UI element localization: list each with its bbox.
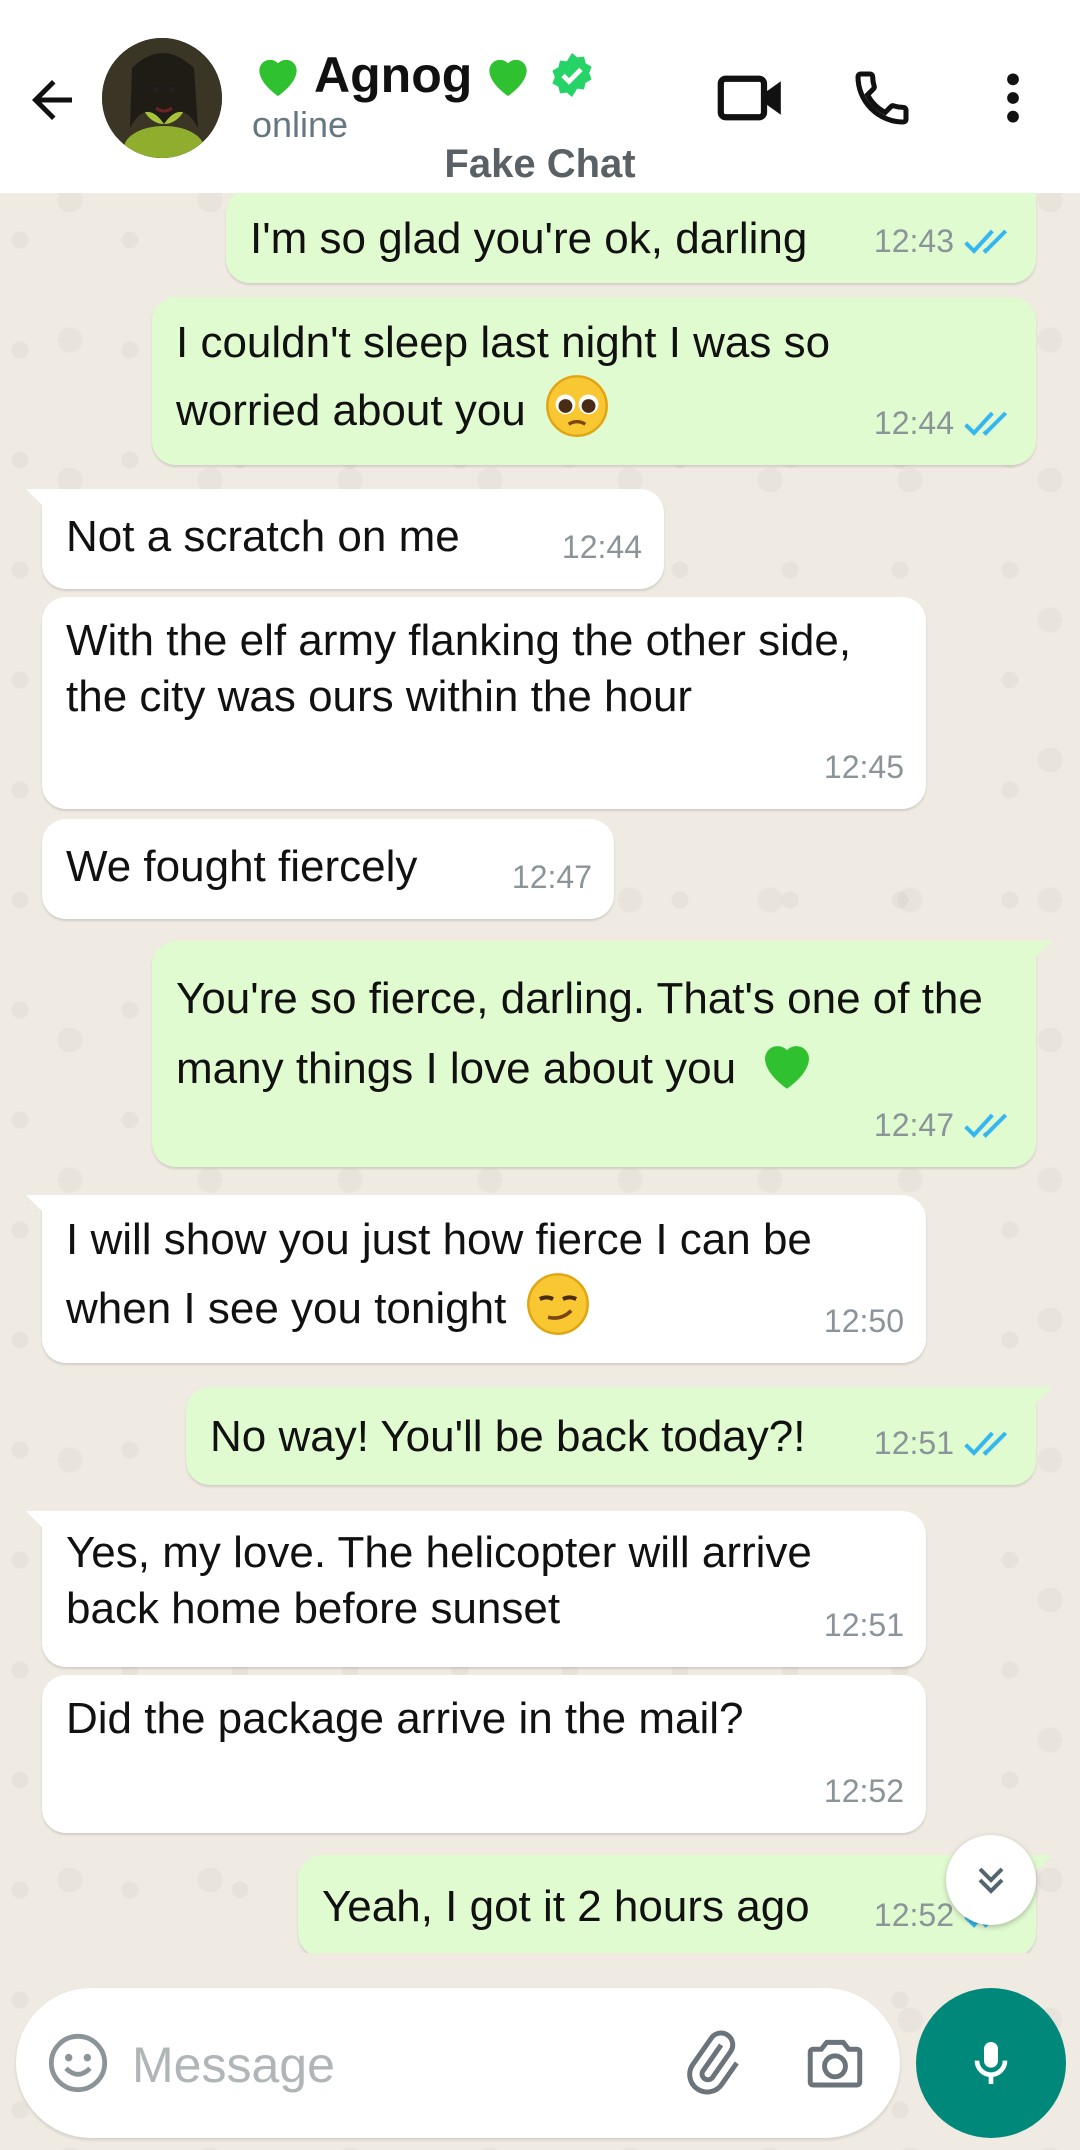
message-time: 12:44 [873, 405, 954, 441]
message-text: I couldn't sleep last night I was so wor… [176, 318, 831, 435]
message-bubble-incoming[interactable]: With the elf army flanking the other sid… [42, 597, 926, 809]
back-arrow-icon[interactable] [22, 70, 82, 130]
message-time: 12:44 [561, 529, 642, 565]
message-time: 12:47 [873, 1107, 954, 1143]
scroll-to-bottom-button[interactable] [946, 1835, 1036, 1925]
green-heart-icon [489, 59, 527, 96]
read-ticks-icon [964, 411, 1008, 436]
message-bubble-incoming[interactable]: We fought fiercely 12:47 [42, 819, 614, 919]
message-bubble-outgoing[interactable]: You're so fierce, darling. That's one of… [152, 941, 1052, 1167]
video-call-icon[interactable] [716, 66, 788, 130]
double-chevron-down-icon [978, 1867, 1004, 1894]
message-bubble-outgoing[interactable]: No way! You'll be back today?! 12:51 [186, 1387, 1052, 1485]
message-time: 12:52 [823, 1773, 904, 1809]
message-text: With the elf army flanking the other sid… [66, 616, 852, 721]
contact-status: online [252, 104, 349, 145]
camera-icon[interactable] [802, 2030, 868, 2096]
message-time: 12:43 [873, 223, 954, 259]
verified-badge-icon [552, 53, 592, 97]
bubble-tail [1030, 941, 1052, 963]
bubble-tail [26, 1195, 48, 1217]
contact-avatar[interactable] [102, 38, 222, 158]
smirking-face-emoji [526, 1273, 589, 1335]
read-ticks-icon [964, 1113, 1008, 1138]
message-time: 12:45 [823, 749, 904, 785]
voice-message-button[interactable] [916, 1988, 1066, 2138]
message-time: 12:47 [511, 859, 592, 895]
message-text: You're so fierce, darling. That's one of… [176, 974, 983, 1093]
emoji-icon[interactable] [46, 2031, 110, 2095]
message-time: 12:52 [873, 1897, 954, 1933]
message-text: I will show you just how fierce I can be… [66, 1215, 812, 1333]
green-heart-emoji [765, 1046, 810, 1089]
message-bubble-incoming[interactable]: Yes, my love. The helicopter will arrive… [26, 1511, 926, 1667]
bubble-tail [1030, 1387, 1052, 1409]
message-bubble-incoming[interactable]: Not a scratch on me 12:44 [26, 489, 664, 589]
message-text: Yes, my love. The helicopter will arrive… [66, 1528, 812, 1633]
message-time: 12:50 [823, 1303, 904, 1339]
message-list[interactable]: I'm so glad you're ok, darling 12:43 I c… [0, 193, 1080, 1953]
message-bubble-outgoing[interactable]: I couldn't sleep last night I was so wor… [152, 297, 1036, 465]
message-text: Did the package arrive in the mail? [66, 1694, 744, 1743]
message-time: 12:51 [873, 1425, 954, 1461]
voice-call-icon[interactable] [846, 66, 918, 130]
message-bubble-incoming[interactable]: I will show you just how fierce I can be… [26, 1195, 926, 1363]
bubble-tail [26, 1511, 48, 1533]
message-composer: Message [16, 1988, 900, 2138]
fake-chat-watermark: Fake Chat [444, 142, 636, 186]
read-ticks-icon [964, 1431, 1008, 1456]
bubble-tail [26, 489, 48, 511]
message-bubble-incoming[interactable]: Did the package arrive in the mail? 12:5… [42, 1675, 926, 1833]
read-ticks-icon [964, 229, 1008, 254]
more-options-icon[interactable] [978, 66, 1048, 130]
attach-paperclip-icon[interactable] [676, 2028, 746, 2098]
message-time: 12:51 [823, 1607, 904, 1643]
message-bubble-outgoing[interactable]: Yeah, I got it 2 hours ago 12:52 [298, 1855, 1052, 1953]
pleading-face-emoji [546, 375, 608, 437]
contact-name[interactable]: Agnog [314, 46, 472, 104]
message-text: Not a scratch on me [66, 512, 460, 561]
message-bubble-outgoing[interactable]: I'm so glad you're ok, darling 12:43 [226, 193, 1036, 283]
green-heart-icon [259, 59, 297, 96]
microphone-icon [974, 2042, 1008, 2084]
message-input[interactable]: Message [132, 2036, 335, 2094]
